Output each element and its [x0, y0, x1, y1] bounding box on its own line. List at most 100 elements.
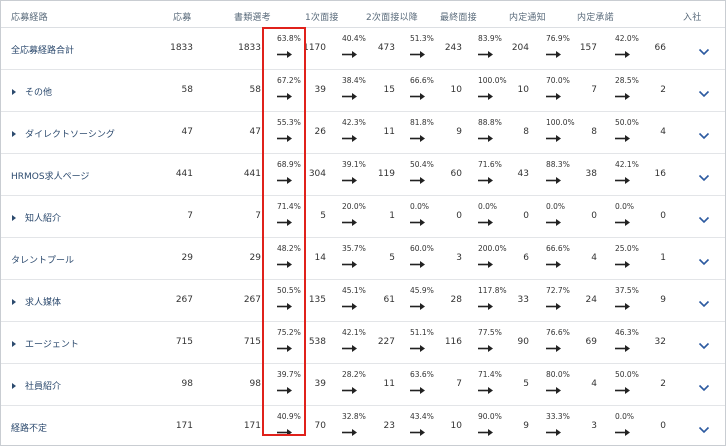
rate-accepted-to-joined: 50.0%: [615, 118, 639, 127]
rate-document-to-first: 71.4%: [277, 202, 301, 211]
rate-document-to-first: 39.7%: [277, 370, 301, 379]
chevron-down-icon[interactable]: [698, 378, 710, 392]
rate-accepted-to-joined: 0.0%: [615, 412, 635, 421]
header-joined: 入社: [683, 13, 702, 23]
right-arrow-icon: [277, 44, 293, 58]
rate-first-to-second: 40.4%: [342, 34, 366, 43]
document-count: 98: [249, 379, 261, 389]
header-applied: 応募: [173, 13, 192, 23]
rate-accepted-to-joined: 25.0%: [615, 244, 639, 253]
right-arrow-icon: [615, 422, 631, 436]
chevron-down-icon[interactable]: [698, 168, 710, 182]
first-interview-count: 135: [308, 295, 326, 305]
right-arrow-icon: [277, 380, 293, 394]
source-label[interactable]: 求人媒体: [11, 295, 61, 308]
rate-offer-to-accepted: 0.0%: [546, 202, 566, 211]
rate-second-to-final: 50.4%: [410, 160, 434, 169]
right-arrow-icon: [478, 44, 494, 58]
source-label[interactable]: エージェント: [11, 337, 79, 350]
second-interview-count: 227: [377, 337, 395, 347]
header-second-interview: 2次面接以降: [366, 13, 418, 23]
rate-accepted-to-joined: 46.3%: [615, 328, 639, 337]
rate-final-to-offer: 88.8%: [478, 118, 502, 127]
first-interview-count: 5: [320, 211, 326, 221]
joined-count: 16: [654, 169, 666, 179]
right-arrow-icon: [410, 212, 426, 226]
first-interview-count: 1170: [303, 43, 326, 53]
document-count: 441: [243, 169, 261, 179]
right-arrow-icon: [546, 44, 562, 58]
second-interview-count: 11: [383, 379, 395, 389]
final-interview-count: 243: [444, 43, 462, 53]
accepted-count: 24: [585, 295, 597, 305]
rate-document-to-first: 67.2%: [277, 76, 301, 85]
source-label[interactable]: 経路不定: [11, 421, 47, 434]
right-arrow-icon: [615, 212, 631, 226]
right-arrow-icon: [410, 422, 426, 436]
caret-right-icon[interactable]: [12, 298, 16, 305]
right-arrow-icon: [615, 44, 631, 58]
chevron-down-icon[interactable]: [698, 210, 710, 224]
source-label[interactable]: 全応募経路合計: [11, 43, 74, 56]
rate-second-to-final: 51.3%: [410, 34, 434, 43]
right-arrow-icon: [478, 170, 494, 184]
joined-count: 4: [660, 127, 666, 137]
rate-second-to-final: 0.0%: [410, 202, 430, 211]
right-arrow-icon: [546, 296, 562, 310]
applied-count: 29: [181, 253, 193, 263]
right-arrow-icon: [478, 254, 494, 268]
offer-count: 43: [517, 169, 529, 179]
source-label[interactable]: タレントプール: [11, 253, 74, 266]
offer-count: 5: [523, 379, 529, 389]
chevron-down-icon[interactable]: [698, 420, 710, 434]
right-arrow-icon: [342, 254, 358, 268]
source-label[interactable]: 知人紹介: [11, 211, 61, 224]
right-arrow-icon: [546, 212, 562, 226]
source-label[interactable]: その他: [11, 85, 52, 98]
second-interview-count: 61: [383, 295, 395, 305]
first-interview-count: 538: [308, 337, 326, 347]
applied-count: 441: [175, 169, 193, 179]
chevron-down-icon[interactable]: [698, 126, 710, 140]
caret-right-icon[interactable]: [12, 340, 16, 347]
source-name: 知人紹介: [25, 214, 62, 224]
caret-right-icon[interactable]: [12, 214, 16, 221]
rate-offer-to-accepted: 72.7%: [546, 286, 570, 295]
header-offer-notice: 内定通知: [509, 13, 546, 23]
right-arrow-icon: [615, 296, 631, 310]
rate-first-to-second: 39.1%: [342, 160, 366, 169]
chevron-down-icon[interactable]: [698, 84, 710, 98]
source-name: HRMOS求人ページ: [11, 172, 90, 182]
source-label[interactable]: 社員紹介: [11, 379, 61, 392]
source-label[interactable]: HRMOS求人ページ: [11, 169, 89, 182]
rate-document-to-first: 48.2%: [277, 244, 301, 253]
chevron-down-icon[interactable]: [698, 336, 710, 350]
final-interview-count: 9: [456, 127, 462, 137]
right-arrow-icon: [546, 422, 562, 436]
right-arrow-icon: [546, 254, 562, 268]
chevron-down-icon[interactable]: [698, 42, 710, 56]
rate-first-to-second: 28.2%: [342, 370, 366, 379]
rate-offer-to-accepted: 76.6%: [546, 328, 570, 337]
caret-right-icon[interactable]: [12, 382, 16, 389]
caret-right-icon[interactable]: [12, 130, 16, 137]
second-interview-count: 1: [389, 211, 395, 221]
right-arrow-icon: [478, 296, 494, 310]
first-interview-count: 26: [314, 127, 326, 137]
final-interview-count: 3: [456, 253, 462, 263]
source-name: 経路不定: [11, 424, 48, 434]
applied-count: 267: [175, 295, 193, 305]
right-arrow-icon: [277, 128, 293, 142]
rate-final-to-offer: 200.0%: [478, 244, 507, 253]
rate-first-to-second: 42.3%: [342, 118, 366, 127]
caret-right-icon[interactable]: [12, 88, 16, 95]
rate-final-to-offer: 83.9%: [478, 34, 502, 43]
table-row: タレントプール 29 29 14 5 3 6 4 1 48.2% 35.7% 60.0% 200.0% 6…: [1, 238, 725, 280]
offer-count: 204: [511, 43, 529, 53]
chevron-down-icon[interactable]: [698, 294, 710, 308]
source-label[interactable]: ダイレクトソーシング: [11, 127, 115, 140]
chevron-down-icon[interactable]: [698, 252, 710, 266]
right-arrow-icon: [277, 86, 293, 100]
right-arrow-icon: [410, 254, 426, 268]
accepted-count: 8: [591, 127, 597, 137]
